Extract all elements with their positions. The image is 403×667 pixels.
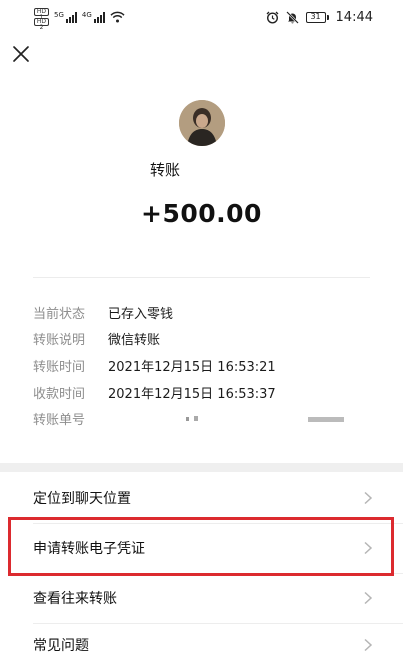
menu-item-label: 申请转账电子凭证 xyxy=(33,541,145,557)
status-time: 14:44 xyxy=(335,10,373,25)
network-type-1: 5G xyxy=(54,11,64,19)
menu-item-locate-chat[interactable]: 定位到聊天位置 xyxy=(0,473,403,523)
signal-strength-icon: 5G xyxy=(54,11,77,23)
detail-value: 微信转账 xyxy=(108,332,161,348)
detail-label: 转账单号 xyxy=(33,412,86,428)
menu-item-label: 常见问题 xyxy=(33,638,89,654)
detail-row-status: 当前状态 已存入零钱 xyxy=(33,302,173,322)
transfer-amount: +500.00 xyxy=(141,199,262,228)
detail-value: 2021年12月15日 16:53:37 xyxy=(108,386,276,402)
detail-row-receive-time: 收款时间 2021年12月15日 16:53:37 xyxy=(33,382,276,402)
detail-label: 收款时间 xyxy=(33,386,86,402)
network-type-2: 4G xyxy=(81,11,92,19)
sim1-badge: HD 1 xyxy=(34,8,49,21)
detail-value: 已存入零钱 xyxy=(108,306,174,322)
detail-value: 2021年12月15日 16:53:21 xyxy=(108,359,276,375)
status-left: HD 1 HD 2 5G 4G xyxy=(34,8,125,31)
sim2-badge: HD 2 xyxy=(34,18,49,31)
detail-row-note: 转账说明 微信转账 xyxy=(33,328,160,348)
detail-row-transfer-time: 转账时间 2021年12月15日 16:53:21 xyxy=(33,355,276,375)
sim-indicators: HD 1 HD 2 xyxy=(34,8,49,31)
detail-label: 当前状态 xyxy=(33,306,86,322)
divider xyxy=(33,277,370,278)
chevron-right-icon xyxy=(364,541,373,555)
section-gap xyxy=(0,463,403,472)
status-bar: HD 1 HD 2 5G 4G 31 14:44 xyxy=(0,0,403,36)
alarm-icon xyxy=(266,11,278,24)
bell-off-icon xyxy=(285,11,299,24)
wifi-icon xyxy=(110,11,125,23)
close-button[interactable] xyxy=(11,44,31,64)
transfer-title: 转账 xyxy=(150,161,181,179)
avatar xyxy=(179,100,225,146)
chevron-right-icon xyxy=(364,638,373,652)
detail-row-transaction-id: 转账单号 xyxy=(33,408,368,428)
close-icon xyxy=(13,46,29,62)
detail-label: 转账时间 xyxy=(33,359,86,375)
menu-item-label: 定位到聊天位置 xyxy=(33,491,131,507)
battery-icon: 31 xyxy=(305,12,329,23)
chevron-right-icon xyxy=(364,491,373,505)
detail-label: 转账说明 xyxy=(33,332,86,348)
menu-item-apply-e-voucher[interactable]: 申请转账电子凭证 xyxy=(0,523,403,573)
menu-item-view-transfers[interactable]: 查看往来转账 xyxy=(0,573,403,623)
redacted-value xyxy=(186,416,344,422)
status-right: 31 14:44 xyxy=(266,10,373,25)
menu-item-faq[interactable]: 常见问题 xyxy=(0,620,403,667)
menu-item-label: 查看往来转账 xyxy=(33,591,117,607)
chevron-right-icon xyxy=(364,591,373,605)
signal-strength-icon-2: 4G xyxy=(82,11,105,23)
battery-level: 31 xyxy=(305,12,326,23)
